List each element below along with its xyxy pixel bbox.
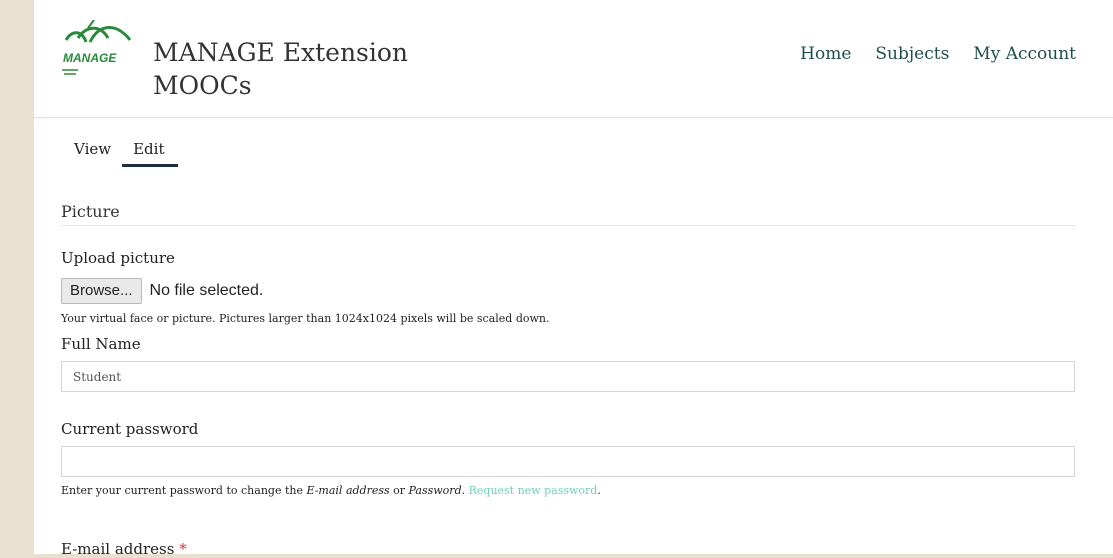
file-status: No file selected.	[149, 282, 264, 299]
upload-help-text: Your virtual face or picture. Pictures l…	[61, 312, 550, 325]
current-password-input[interactable]	[61, 446, 1075, 477]
nav-home[interactable]: Home	[800, 44, 851, 64]
site-name[interactable]: MANAGE Extension MOOCs	[153, 36, 453, 102]
request-new-password-link[interactable]: Request new password	[469, 484, 598, 497]
svg-text:MANAGE: MANAGE	[63, 51, 117, 65]
section-divider	[61, 225, 1076, 226]
browse-button[interactable]: Browse...	[61, 278, 142, 304]
email-label: E-mail address *	[61, 540, 187, 558]
full-name-label: Full Name	[61, 335, 141, 353]
manage-logo-icon[interactable]: MANAGE	[60, 20, 132, 78]
required-marker: *	[179, 540, 187, 558]
password-help-text: Enter your current password to change th…	[61, 484, 601, 497]
upload-picture-label: Upload picture	[61, 249, 175, 267]
nav-subjects[interactable]: Subjects	[875, 44, 949, 64]
full-name-input[interactable]	[61, 361, 1075, 392]
file-upload-row: Browse... No file selected.	[61, 278, 263, 304]
site-header: MANAGE MANAGE Extension MOOCs Home Subje…	[34, 0, 1113, 118]
tab-edit[interactable]: Edit	[121, 140, 180, 167]
page: MANAGE MANAGE Extension MOOCs Home Subje…	[34, 0, 1113, 558]
site-name-line1[interactable]: MANAGE Extension	[153, 36, 453, 69]
nav-my-account[interactable]: My Account	[973, 44, 1076, 64]
tab-view[interactable]: View	[74, 140, 111, 165]
tabs: View Edit	[74, 140, 180, 167]
main-nav: Home Subjects My Account	[800, 44, 1076, 64]
site-name-line2[interactable]: MOOCs	[153, 69, 453, 102]
section-title-picture: Picture	[61, 202, 120, 221]
current-password-label: Current password	[61, 420, 199, 438]
